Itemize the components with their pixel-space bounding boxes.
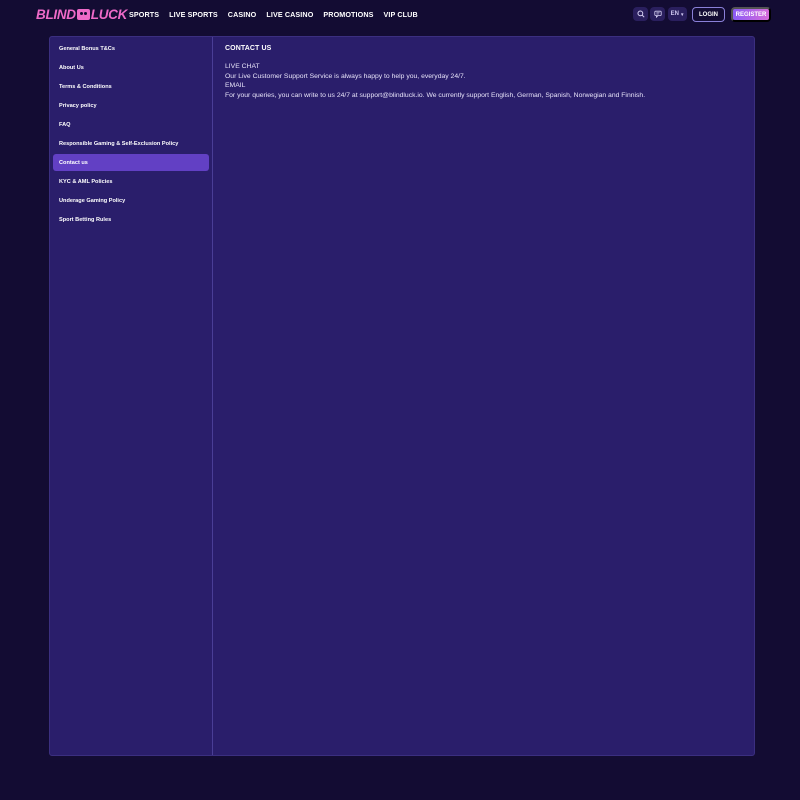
page-title: CONTACT US [225, 45, 272, 52]
sidebar-item-label: Privacy policy [59, 102, 97, 109]
sidebar-item-label: Sport Betting Rules [59, 216, 112, 223]
nav-live-sports[interactable]: LIVE SPORTS [169, 10, 218, 19]
sidebar-item-terms[interactable]: Terms & Conditions [53, 78, 209, 95]
sidebar-item-privacy[interactable]: Privacy policy [53, 97, 209, 114]
sidebar-item-kyc-aml[interactable]: KYC & AML Policies [53, 173, 209, 190]
register-button[interactable]: REGISTER [731, 7, 771, 22]
sidebar-item-label: FAQ [59, 121, 71, 128]
sidebar-item-label: Responsible Gaming & Self-Exclusion Poli… [59, 140, 179, 147]
nav-casino[interactable]: CASINO [228, 10, 257, 19]
sidebar-item-label: Terms & Conditions [59, 83, 112, 90]
chevron-down-icon: ▼ [679, 11, 685, 17]
nav-live-casino[interactable]: LIVE CASINO [266, 10, 313, 19]
nav-promotions[interactable]: PROMOTIONS [323, 10, 373, 19]
email-text: For your queries, you can write to us 24… [225, 91, 646, 99]
logo-text-right: LUCK [90, 6, 128, 22]
sidebar-item-label: Underage Gaming Policy [59, 197, 126, 204]
sidebar-item-about-us[interactable]: About Us [53, 59, 209, 76]
sidebar-item-responsible-gaming[interactable]: Responsible Gaming & Self-Exclusion Poli… [53, 135, 209, 152]
live-chat-heading: LIVE CHAT [225, 63, 260, 70]
dice-logo-icon [76, 8, 90, 20]
info-panel: General Bonus T&Cs About Us Terms & Cond… [49, 36, 755, 756]
sidebar-item-sport-betting[interactable]: Sport Betting Rules [53, 211, 209, 228]
sidebar-item-label: Contact us [59, 159, 88, 166]
content-area: CONTACT US LIVE CHAT Our Live Customer S… [225, 45, 745, 100]
sidebar-item-underage[interactable]: Underage Gaming Policy [53, 192, 209, 209]
logo-text-left: BLIND [36, 6, 76, 22]
brand-logo[interactable]: BLIND LUCK [36, 6, 128, 22]
top-header: BLIND LUCK SPORTS LIVE SPORTS CASINO LIV… [0, 0, 800, 28]
search-button[interactable] [633, 7, 648, 21]
sidebar-item-label: General Bonus T&Cs [59, 45, 115, 52]
sidebar-item-label: KYC & AML Policies [59, 178, 113, 185]
language-label: EN [670, 11, 679, 17]
main-nav: SPORTS LIVE SPORTS CASINO LIVE CASINO PR… [129, 0, 428, 28]
email-heading: EMAIL [225, 82, 246, 90]
sidebar-item-label: About Us [59, 64, 84, 71]
sidebar-item-general-bonus[interactable]: General Bonus T&Cs [53, 40, 209, 57]
language-selector[interactable]: EN ▼ [668, 7, 687, 21]
nav-vip-club[interactable]: VIP CLUB [384, 10, 418, 19]
sidebar-item-contact-us[interactable]: Contact us [53, 154, 209, 171]
live-chat-text: Our Live Customer Support Service is alw… [225, 72, 466, 80]
info-sidebar: General Bonus T&Cs About Us Terms & Cond… [50, 37, 213, 755]
search-icon [636, 10, 645, 18]
login-button[interactable]: LOGIN [692, 7, 725, 22]
chat-button[interactable] [650, 7, 665, 21]
chat-icon [653, 10, 662, 18]
nav-sports[interactable]: SPORTS [129, 10, 159, 19]
sidebar-item-faq[interactable]: FAQ [53, 116, 209, 133]
